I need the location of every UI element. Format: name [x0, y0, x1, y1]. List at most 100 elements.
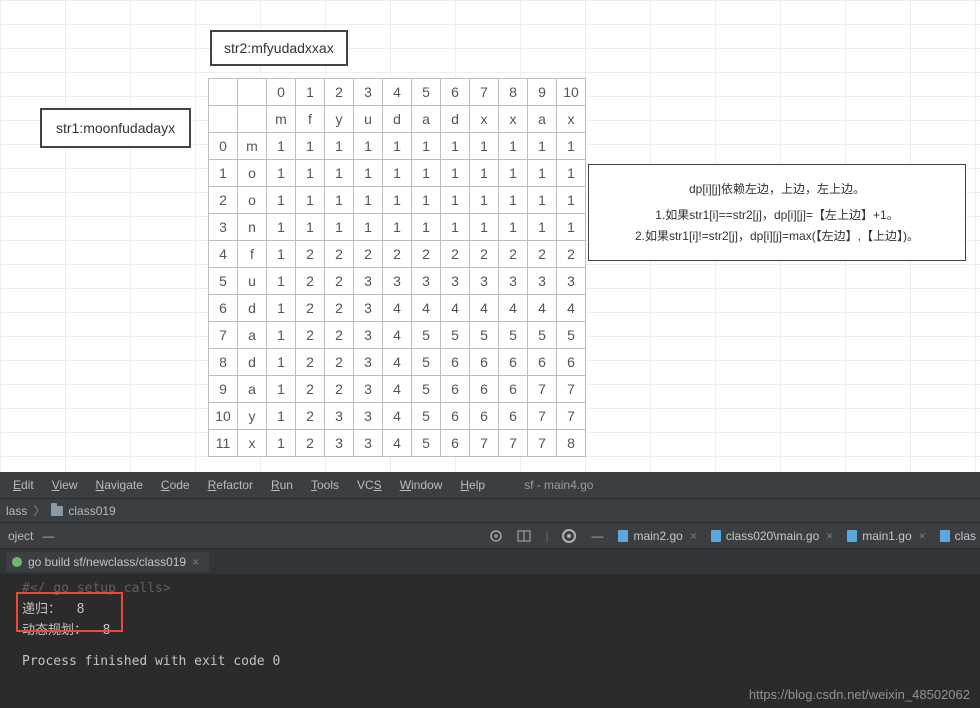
dp-cell[interactable]: 7	[209, 322, 238, 349]
dp-cell[interactable]: 1	[267, 187, 296, 214]
dp-cell[interactable]: 6	[441, 79, 470, 106]
dp-cell[interactable]: u	[354, 106, 383, 133]
dp-cell[interactable]: 1	[267, 322, 296, 349]
menu-view[interactable]: View	[43, 475, 87, 495]
dp-cell[interactable]: 1	[441, 160, 470, 187]
dp-cell[interactable]: 5	[499, 322, 528, 349]
dp-cell[interactable]: 3	[528, 268, 557, 295]
dp-cell[interactable]: 1	[267, 376, 296, 403]
dp-cell[interactable]: 1	[354, 214, 383, 241]
dp-cell[interactable]: 1	[412, 214, 441, 241]
dp-cell[interactable]: 6	[209, 295, 238, 322]
split-icon[interactable]	[517, 529, 531, 543]
dp-cell[interactable]: 1	[267, 241, 296, 268]
dp-cell[interactable]: 2	[325, 349, 354, 376]
dp-cell[interactable]: 7	[528, 403, 557, 430]
close-icon[interactable]: ×	[919, 529, 926, 543]
editor-tab[interactable]: main1.go×	[847, 529, 925, 543]
dp-cell[interactable]: 1	[383, 214, 412, 241]
dp-cell[interactable]: 2	[412, 241, 441, 268]
dp-cell[interactable]: 3	[441, 268, 470, 295]
collapse-icon[interactable]: —	[41, 529, 55, 543]
dp-cell[interactable]: 6	[441, 349, 470, 376]
target-icon[interactable]	[489, 529, 503, 543]
dp-cell[interactable]: 8	[557, 430, 586, 457]
dp-cell[interactable]: 3	[412, 268, 441, 295]
dp-cell[interactable]: 2	[325, 376, 354, 403]
menu-refactor[interactable]: Refactor	[199, 475, 262, 495]
dp-cell[interactable]: 2	[354, 241, 383, 268]
dp-cell[interactable]: 1	[296, 133, 325, 160]
dp-cell[interactable]: 2	[296, 349, 325, 376]
dp-cell[interactable]: 1	[557, 187, 586, 214]
dp-cell[interactable]: 2	[470, 241, 499, 268]
dp-cell[interactable]: 1	[267, 214, 296, 241]
menu-edit[interactable]: Edit	[4, 475, 43, 495]
dp-cell[interactable]: 3	[209, 214, 238, 241]
close-icon[interactable]: ×	[690, 529, 697, 543]
dp-cell[interactable]: a	[412, 106, 441, 133]
dp-cell[interactable]: d	[238, 295, 267, 322]
menu-window[interactable]: Window	[391, 475, 452, 495]
dp-cell[interactable]: 1	[296, 187, 325, 214]
dp-cell[interactable]: y	[325, 106, 354, 133]
dp-cell[interactable]: 1	[557, 160, 586, 187]
editor-tab[interactable]: main2.go×	[618, 529, 696, 543]
menu-help[interactable]: Help	[451, 475, 494, 495]
close-icon[interactable]: ×	[826, 529, 833, 543]
dp-cell[interactable]: 4	[528, 295, 557, 322]
project-panel-label[interactable]: oject	[8, 529, 33, 543]
dp-cell[interactable]: 6	[499, 403, 528, 430]
dp-cell[interactable]: 2	[296, 241, 325, 268]
dp-cell[interactable]: 3	[470, 268, 499, 295]
dp-cell[interactable]	[238, 106, 267, 133]
dp-cell[interactable]: 4	[441, 295, 470, 322]
dp-cell[interactable]: a	[528, 106, 557, 133]
dp-cell[interactable]: 3	[354, 349, 383, 376]
dp-cell[interactable]: 1	[528, 214, 557, 241]
dp-cell[interactable]: 5	[209, 268, 238, 295]
dp-cell[interactable]: 1	[470, 214, 499, 241]
dp-cell[interactable]: 6	[499, 376, 528, 403]
dp-cell[interactable]: d	[238, 349, 267, 376]
dp-cell[interactable]: 1	[383, 133, 412, 160]
dp-cell[interactable]: 2	[325, 295, 354, 322]
dp-cell[interactable]: d	[383, 106, 412, 133]
dp-cell[interactable]: 5	[412, 430, 441, 457]
dp-cell[interactable]: 2	[296, 430, 325, 457]
dp-cell[interactable]: 5	[557, 322, 586, 349]
dp-cell[interactable]: 4	[383, 403, 412, 430]
dp-cell[interactable]: 11	[209, 430, 238, 457]
dp-cell[interactable]	[209, 106, 238, 133]
dp-cell[interactable]: x	[557, 106, 586, 133]
dp-cell[interactable]: 1	[267, 268, 296, 295]
dp-cell[interactable]: 2	[325, 268, 354, 295]
dp-cell[interactable]: 4	[383, 322, 412, 349]
dp-cell[interactable]: m	[238, 133, 267, 160]
dp-cell[interactable]: 1	[528, 133, 557, 160]
dp-cell[interactable]: 6	[441, 403, 470, 430]
dp-cell[interactable]: 3	[354, 376, 383, 403]
dp-cell[interactable]: 2	[296, 268, 325, 295]
dp-cell[interactable]: o	[238, 160, 267, 187]
dp-cell[interactable]: 7	[470, 79, 499, 106]
dp-cell[interactable]: 5	[441, 322, 470, 349]
dp-cell[interactable]: 1	[267, 430, 296, 457]
dp-cell[interactable]: f	[296, 106, 325, 133]
dp-cell[interactable]: 1	[325, 214, 354, 241]
close-icon[interactable]: ×	[192, 555, 199, 569]
dp-cell[interactable]	[238, 79, 267, 106]
dp-cell[interactable]: 4	[383, 430, 412, 457]
dp-cell[interactable]: 10	[557, 79, 586, 106]
dp-cell[interactable]: 7	[528, 376, 557, 403]
dp-cell[interactable]: 1	[470, 160, 499, 187]
dp-cell[interactable]: 1	[499, 214, 528, 241]
dp-cell[interactable]: 1	[528, 187, 557, 214]
dp-cell[interactable]: a	[238, 322, 267, 349]
dp-cell[interactable]: u	[238, 268, 267, 295]
dp-cell[interactable]: 1	[354, 187, 383, 214]
hide-icon[interactable]: —	[590, 529, 604, 543]
dp-cell[interactable]: 6	[470, 349, 499, 376]
dp-cell[interactable]: 1	[412, 160, 441, 187]
dp-cell[interactable]: 6	[528, 349, 557, 376]
